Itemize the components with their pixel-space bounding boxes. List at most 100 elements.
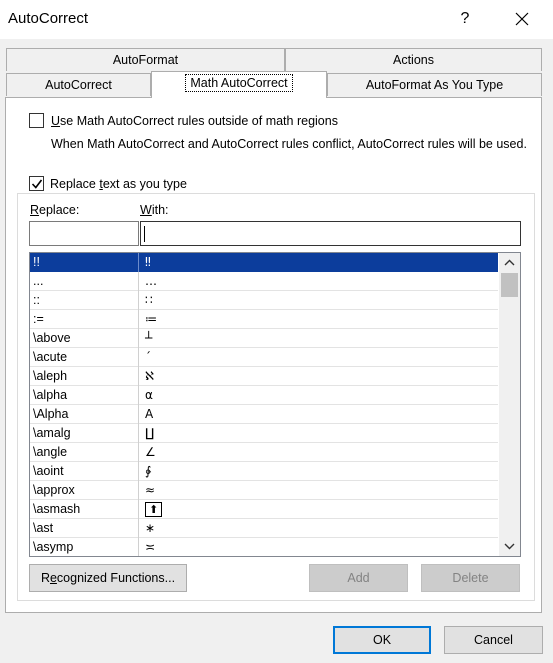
column-divider: [138, 405, 139, 424]
chevron-down-icon: [504, 543, 515, 550]
title-bar: AutoCorrect ?: [0, 0, 553, 39]
column-divider: [138, 348, 139, 367]
list-scrollbar[interactable]: [499, 253, 520, 556]
column-divider: [138, 367, 139, 386]
list-item[interactable]: :: ∷: [30, 291, 498, 310]
group-border-top: [17, 193, 535, 194]
tab-autoformat[interactable]: AutoFormat: [6, 48, 285, 71]
add-button[interactable]: Add: [309, 564, 408, 592]
replace-cell: \acute: [33, 350, 68, 364]
dialog-title: AutoCorrect: [8, 10, 89, 27]
list-item[interactable]: \asymp ≍: [30, 538, 498, 556]
with-input[interactable]: [140, 221, 521, 246]
with-symbol: ´: [145, 350, 151, 364]
group-border-left: [17, 193, 18, 600]
tab-label: AutoFormat As You Type: [365, 78, 504, 92]
cancel-button[interactable]: Cancel: [444, 626, 543, 654]
column-divider: [138, 253, 139, 272]
replace-as-type-checkbox[interactable]: [29, 176, 44, 191]
scroll-thumb[interactable]: [501, 273, 518, 297]
ok-button[interactable]: OK: [333, 626, 431, 654]
use-outside-checkbox[interactable]: [29, 113, 44, 128]
replace-cell: \asmash: [33, 502, 81, 516]
replace-cell: \angle: [33, 445, 68, 459]
list-item[interactable]: \aleph ℵ: [30, 367, 498, 386]
column-divider: [138, 310, 139, 329]
conflict-note: When Math AutoCorrect and AutoCorrect ru…: [51, 137, 527, 151]
column-divider: [138, 462, 139, 481]
with-cell: ‼: [145, 255, 151, 269]
entries-list[interactable]: !! ‼... …:: ∷:= ≔ \above ┴\acute ´\aleph ℵ \alpha…: [29, 252, 521, 557]
list-item[interactable]: ... …: [30, 272, 498, 291]
list-item[interactable]: \amalg ∐: [30, 424, 498, 443]
replace-cell: ...: [33, 274, 44, 288]
checkmark-icon: [31, 179, 43, 189]
recognized-functions-button[interactable]: Recognized Functions...: [29, 564, 187, 592]
replace-cell: !!: [33, 255, 40, 269]
with-symbol: ∳: [145, 464, 152, 478]
replace-cell: \amalg: [33, 426, 71, 440]
close-button[interactable]: [505, 4, 539, 34]
tab-math-autocorrect[interactable]: Math AutoCorrect: [151, 71, 327, 98]
text-caret: [144, 226, 145, 242]
with-cell: ≍: [145, 540, 155, 554]
group-border-bottom: [17, 600, 535, 601]
column-divider: [138, 500, 139, 519]
list-item[interactable]: \alpha α: [30, 386, 498, 405]
with-symbol: ≈: [145, 483, 156, 497]
replace-cell: \aleph: [33, 369, 68, 383]
list-item[interactable]: \above ┴: [30, 329, 498, 348]
column-divider: [138, 538, 139, 556]
use-outside-label[interactable]: Use Math AutoCorrect rules outside of ma…: [51, 114, 338, 128]
tab-label: AutoCorrect: [45, 78, 112, 92]
with-cell: ∠: [145, 445, 156, 459]
replace-cell: \approx: [33, 483, 75, 497]
scroll-down-button[interactable]: [499, 538, 520, 555]
list-item[interactable]: \asmash ⬆: [30, 500, 498, 519]
replace-as-type-label[interactable]: Replace text as you type: [47, 177, 190, 191]
list-item[interactable]: \ast ∗: [30, 519, 498, 538]
column-divider: [138, 386, 139, 405]
list-item[interactable]: \approx ≈: [30, 481, 498, 500]
with-symbol: ‼: [145, 255, 151, 269]
scroll-up-button[interactable]: [499, 254, 520, 271]
tab-label: AutoFormat: [112, 53, 179, 67]
with-cell: ∐: [145, 426, 154, 440]
with-cell: ´: [145, 350, 151, 364]
with-cell: α: [145, 388, 153, 402]
replace-input[interactable]: [29, 221, 139, 246]
list-item[interactable]: \acute ´: [30, 348, 498, 367]
with-cell: A: [145, 407, 153, 421]
list-item[interactable]: \aoint ∳: [30, 462, 498, 481]
with-cell: …: [145, 274, 157, 288]
replace-cell: \above: [33, 331, 71, 345]
with-symbol: ∷: [145, 293, 153, 307]
list-item[interactable]: \Alpha A: [30, 405, 498, 424]
with-symbol: ∠: [145, 445, 156, 459]
with-cell: ∳: [145, 464, 151, 478]
tab-label: Math AutoCorrect: [185, 74, 293, 92]
list-item[interactable]: !! ‼: [30, 253, 498, 272]
help-button[interactable]: ?: [452, 6, 478, 32]
close-icon: [515, 12, 529, 26]
list-item[interactable]: := ≔: [30, 310, 498, 329]
list-item[interactable]: \angle ∠: [30, 443, 498, 462]
tab-autocorrect[interactable]: AutoCorrect: [6, 73, 151, 96]
with-symbol: …: [145, 274, 157, 288]
column-divider: [138, 519, 139, 538]
with-symbol: ∗: [145, 521, 156, 535]
column-divider: [138, 424, 139, 443]
with-cell: ∗: [145, 521, 155, 535]
with-cell: ≔: [145, 312, 157, 326]
with-cell: ∷: [145, 293, 153, 307]
tab-autoformat-as-you-type[interactable]: AutoFormat As You Type: [327, 73, 542, 96]
with-symbol: ≍: [145, 540, 156, 554]
with-cell: ⬆: [145, 502, 163, 517]
tab-actions[interactable]: Actions: [285, 48, 542, 71]
column-divider: [138, 443, 139, 462]
replace-cell: \aoint: [33, 464, 64, 478]
entries-rows: !! ‼... …:: ∷:= ≔ \above ┴\acute ´\aleph ℵ \alpha…: [30, 253, 498, 556]
delete-button[interactable]: Delete: [421, 564, 520, 592]
with-symbol: A: [145, 407, 154, 421]
chevron-up-icon: [504, 259, 515, 266]
